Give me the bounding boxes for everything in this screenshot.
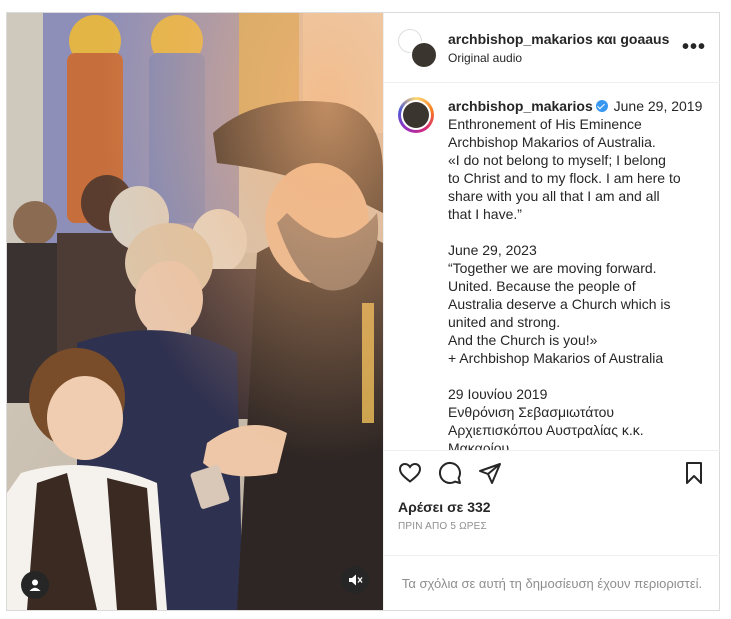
caption-line: United. Because the people of xyxy=(448,278,636,294)
caption-line: Ενθρόνιση Σεβασμιωτάτου xyxy=(448,404,615,420)
caption-avatar[interactable] xyxy=(398,97,434,133)
user-tag-icon[interactable] xyxy=(21,571,49,599)
send-icon[interactable] xyxy=(478,461,502,485)
caption-line: + Archbishop Makarios of Australia xyxy=(448,350,664,366)
post-media[interactable] xyxy=(7,13,383,610)
caption-line: Αρχιεπισκόπου Αυστραλίας κ.κ. xyxy=(448,422,644,438)
bookmark-icon[interactable] xyxy=(682,461,706,485)
caption-date: June 29, 2019 xyxy=(613,98,703,114)
instagram-post: archbishop_makarios και goaaus Original … xyxy=(6,12,720,611)
likes-count[interactable]: Αρέσει σε 332 xyxy=(384,499,720,515)
caption-line: 29 Ιουνίου 2019 xyxy=(448,386,548,402)
post-photo xyxy=(7,13,383,610)
avatar xyxy=(403,102,429,128)
collab-avatars[interactable] xyxy=(398,28,438,69)
caption-line xyxy=(448,367,702,385)
caption-line: June 29, 2023 xyxy=(448,242,537,258)
caption-line: “Together we are moving forward. xyxy=(448,260,657,276)
caption-line: And the Church is you!» xyxy=(448,332,598,348)
caption-line: that I have.” xyxy=(448,206,522,222)
caption-lines: Enthronement of His Eminence Archbishop M… xyxy=(448,115,702,451)
caption-username[interactable]: archbishop_makarios xyxy=(448,98,593,114)
caption-line: Australia deserve a Church which is xyxy=(448,296,671,312)
caption-line xyxy=(448,223,702,241)
caption-line: Archbishop Makarios of Australia. xyxy=(448,134,656,150)
post-header: archbishop_makarios και goaaus Original … xyxy=(384,13,720,83)
comment-icon[interactable] xyxy=(438,461,462,485)
caption-line: share with you all that I am and all xyxy=(448,188,660,204)
caption-line: Enthronement of His Eminence xyxy=(448,116,642,132)
speaker-muted-icon[interactable] xyxy=(341,566,369,594)
caption-line: «I do not belong to myself; I belong xyxy=(448,152,666,168)
verified-badge-icon xyxy=(595,100,608,112)
post-caption: archbishop_makarios June 29, 2019 Enthro… xyxy=(384,83,720,451)
archbishop-avatar[interactable] xyxy=(410,40,438,69)
action-bar xyxy=(384,451,720,495)
comments-restricted-note: Τα σχόλια σε αυτή τη δημοσίευση έχουν πε… xyxy=(384,555,720,610)
post-authors[interactable]: archbishop_makarios και goaaus xyxy=(448,31,682,47)
caption-line: Μακαρίου. xyxy=(448,440,514,451)
caption-text: archbishop_makarios June 29, 2019 Enthro… xyxy=(448,97,702,450)
post-details-panel: archbishop_makarios και goaaus Original … xyxy=(383,13,720,610)
post-timestamp[interactable]: ΠΡΙΝ ΑΠΟ 5 ΩΡΕΣ xyxy=(384,521,720,532)
more-horizontal-icon[interactable]: ••• xyxy=(682,36,706,59)
caption-line: united and strong. xyxy=(448,314,561,330)
audio-label[interactable]: Original audio xyxy=(448,51,682,65)
heart-icon[interactable] xyxy=(398,461,422,485)
caption-line: to Christ and to my flock. I am here to xyxy=(448,170,681,186)
